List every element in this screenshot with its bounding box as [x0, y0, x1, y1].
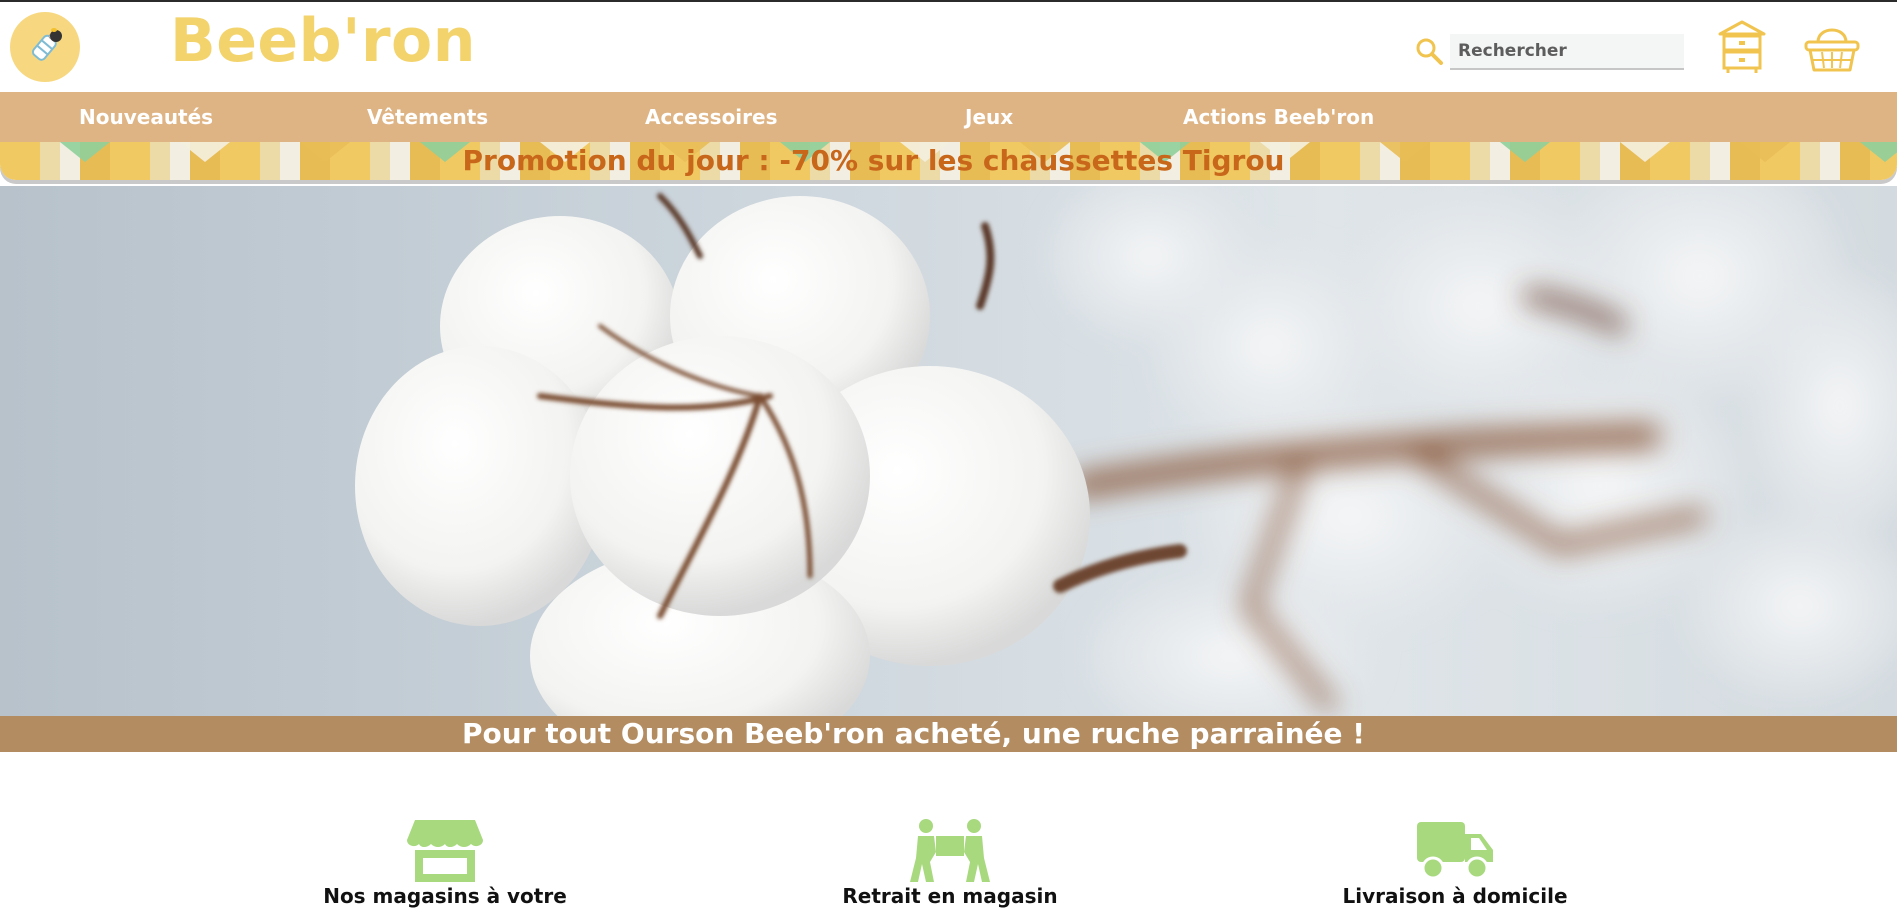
feature-delivery-label: Livraison à domicile	[1342, 884, 1568, 908]
nav-item-accessoires[interactable]: Accessoires	[645, 92, 778, 142]
people-carrying-box-icon	[910, 819, 990, 882]
feature-stores[interactable]: Nos magasins à votre	[295, 818, 595, 908]
site-header: Beeb'ron	[0, 2, 1897, 92]
promo-text: Promotion du jour : -70% sur les chausse…	[462, 144, 1285, 177]
nav-item-nouveautes[interactable]: Nouveautés	[79, 92, 213, 142]
delivery-truck-icon	[1417, 822, 1493, 880]
nav-item-vetements[interactable]: Vêtements	[367, 92, 488, 142]
basket-icon[interactable]	[1804, 20, 1860, 74]
feature-stores-label: Nos magasins à votre	[323, 884, 567, 908]
promo-banner[interactable]: Promotion du jour : -70% sur les chausse…	[0, 142, 1897, 180]
nav-item-actions-beebron[interactable]: Actions Beeb'ron	[1183, 92, 1374, 142]
search-icon[interactable]	[1414, 36, 1444, 66]
search-bar	[1414, 32, 1684, 72]
hero-image-cotton	[0, 186, 1897, 716]
storefront-icon	[407, 820, 483, 882]
main-nav: Nouveautés Vêtements Accessoires Jeux Ac…	[0, 92, 1897, 142]
feature-pickup-label: Retrait en magasin	[842, 884, 1058, 908]
feature-delivery[interactable]: Livraison à domicile	[1305, 818, 1605, 908]
bee-logo-icon[interactable]	[10, 12, 80, 82]
tagline-banner: Pour tout Ourson Beeb'ron acheté, une ru…	[0, 716, 1897, 752]
beehive-icon[interactable]	[1716, 20, 1768, 74]
search-input[interactable]	[1450, 34, 1684, 70]
nav-item-jeux[interactable]: Jeux	[965, 92, 1013, 142]
brand-title[interactable]: Beeb'ron	[170, 6, 476, 76]
feature-pickup[interactable]: Retrait en magasin	[800, 818, 1100, 908]
